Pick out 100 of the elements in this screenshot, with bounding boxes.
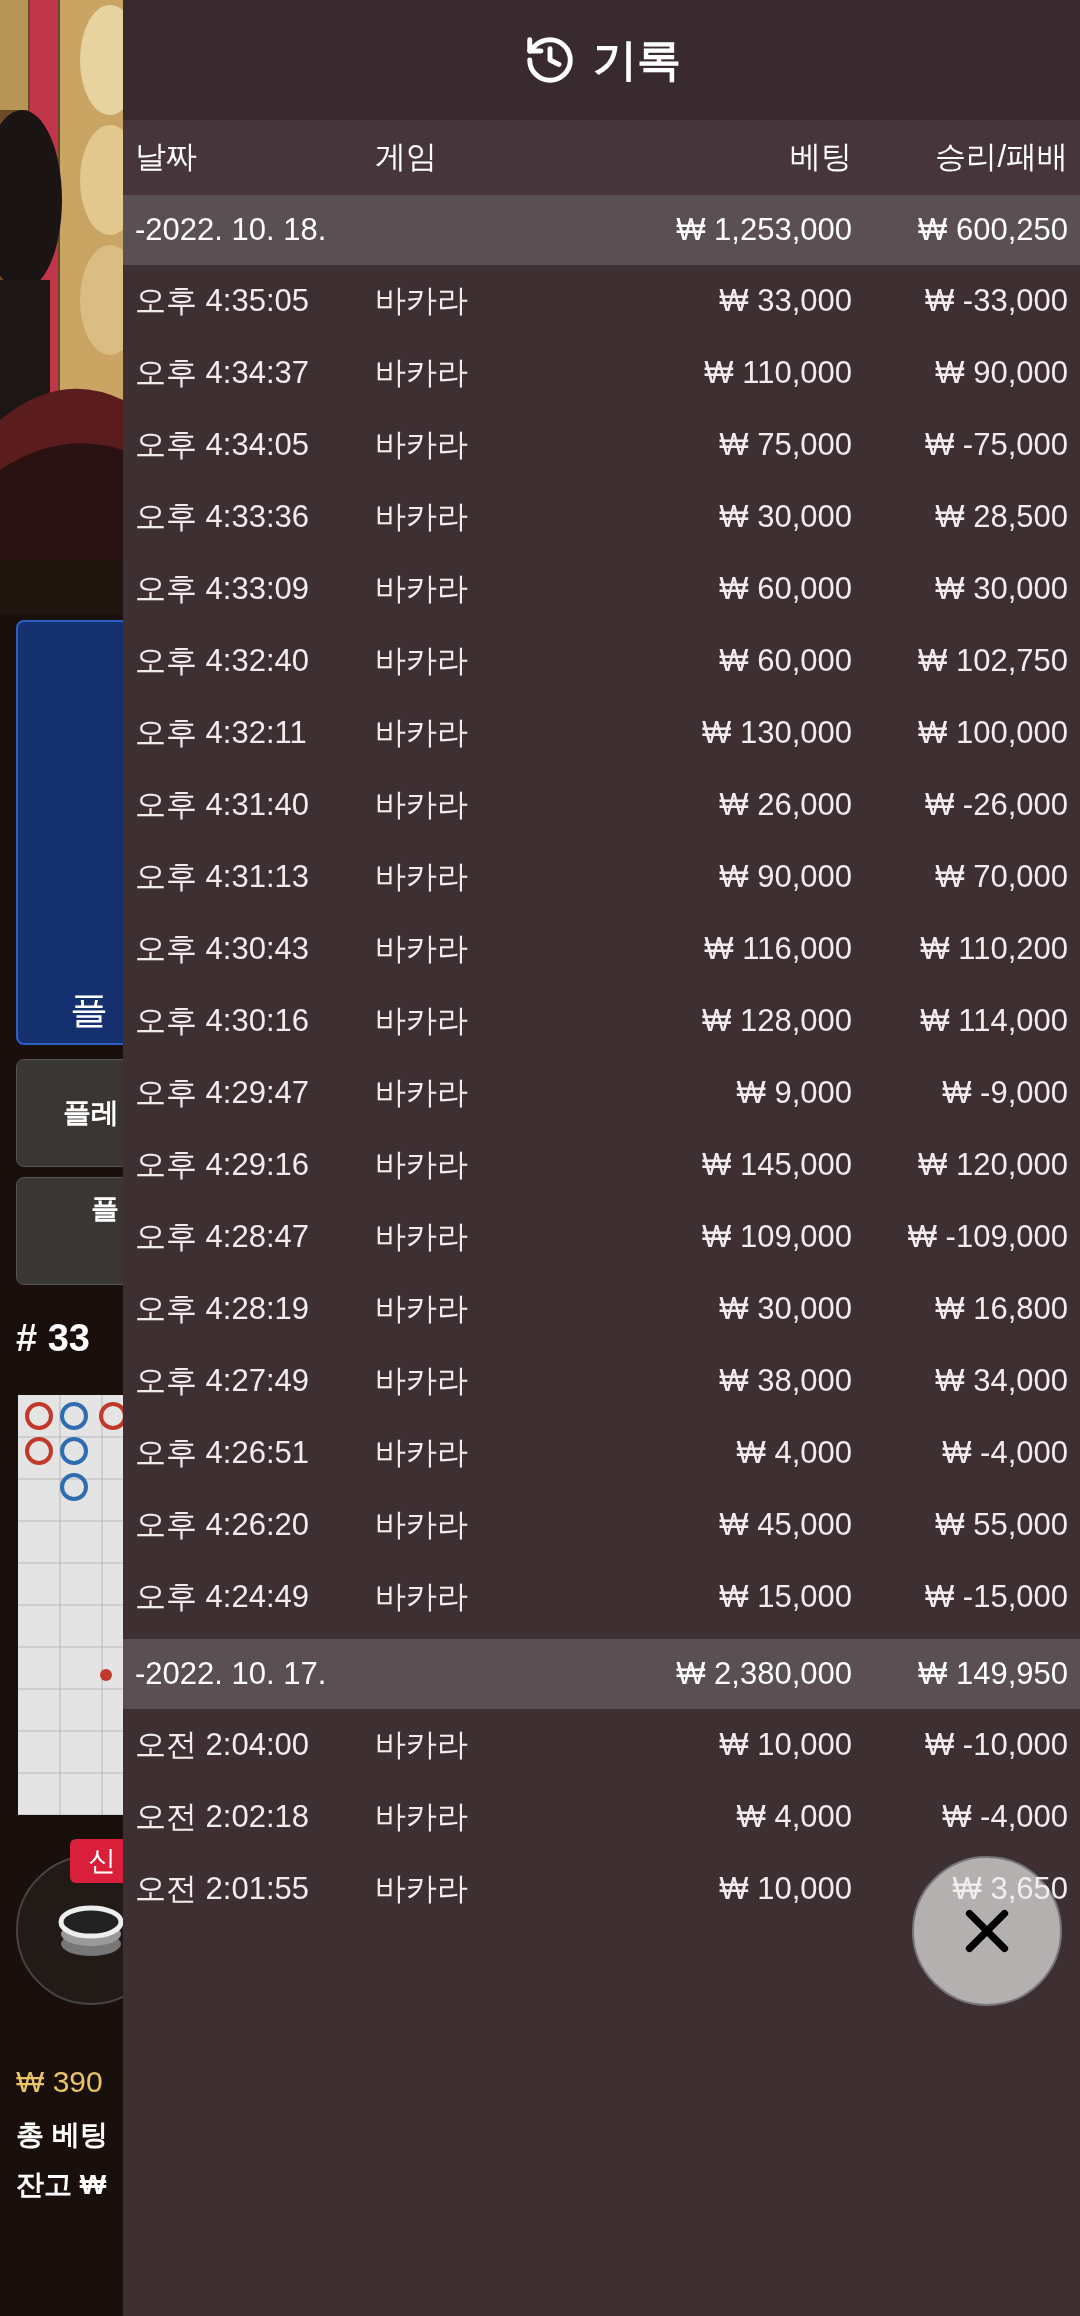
bet-button[interactable]: 플레 [16,1059,123,1167]
result-cell-text: ₩ 120,000 [917,1145,1068,1184]
result-cell-text: ₩ 70,000 [934,857,1068,896]
result-cell-text: ₩ 55,000 [934,1505,1068,1544]
bet-cell-text: ₩ 4,000 [735,1797,852,1836]
game-cell-text: 바카라 [375,1433,469,1472]
game-cell-text: 바카라 [375,353,469,392]
bet-cell-text: ₩ 33,000 [718,281,852,320]
balance-amount: ₩ 390 [16,2067,104,2097]
column-header: 게임 [375,138,438,177]
result-cell-text: ₩ 114,000 [919,1001,1068,1040]
column-header: 날짜 [135,138,198,177]
bet-button[interactable]: 플 [16,1177,123,1285]
bet-cell-text: ₩ 75,000 [718,425,852,464]
bet-cell-text: ₩ 38,000 [718,1361,852,1400]
bet-cell-text: ₩ 4,000 [735,1433,852,1472]
bet-cell-text: ₩ 26,000 [718,785,852,824]
time-cell-text: 오후 4:27:49 [135,1361,311,1400]
game-cell-text: 바카라 [375,1073,469,1112]
bet-cell-text: ₩ 30,000 [718,497,852,536]
time-cell-text: 오전 2:04:00 [135,1725,311,1764]
bet-total-cell-text: ₩ 1,253,000 [675,210,852,249]
win-total-cell-text: ₩ 600,250 [917,210,1068,249]
result-cell-text: ₩ -75,000 [924,425,1068,464]
game-cell-text: 바카라 [375,1869,469,1908]
result-cell-text: ₩ -10,000 [924,1725,1068,1764]
win-total-cell-text: ₩ 149,950 [917,1654,1068,1693]
time-cell-text: 오후 4:28:19 [135,1289,311,1328]
bet-cell-text: ₩ 10,000 [718,1869,852,1908]
bet-cell-text: ₩ 9,000 [735,1073,852,1112]
time-cell-text: 오전 2:01:55 [135,1869,311,1908]
time-cell-text: 오후 4:34:05 [135,425,311,464]
bet-cell-text: ₩ 109,000 [701,1217,852,1256]
bet-cell-text: ₩ 15,000 [718,1577,852,1616]
player-panel[interactable]: 플 [16,620,123,1045]
time-cell-text: 오후 4:35:05 [135,281,311,320]
bet-cell-text: ₩ 10,000 [718,1725,852,1764]
game-cell-text: 바카라 [375,641,469,680]
bet-cell-text: ₩ 145,000 [701,1145,852,1184]
game-cell-text: 바카라 [375,929,469,968]
result-cell-text: ₩ -4,000 [941,1433,1068,1472]
game-cell-text: 바카라 [375,857,469,896]
game-cell-text: 바카라 [375,1577,469,1616]
game-cell-text: 바카라 [375,425,469,464]
result-cell-text: ₩ -26,000 [924,785,1068,824]
result-cell-text: ₩ 110,200 [919,929,1068,968]
game-cell-text: 바카라 [375,1505,469,1544]
total-bet-label: 총 베팅 [16,2121,109,2149]
time-cell-text: 오후 4:30:43 [135,929,311,968]
result-cell-text: ₩ -9,000 [941,1073,1068,1112]
date-cell-text: -2022. 10. 18. [135,210,328,249]
result-cell-text: ₩ -109,000 [906,1217,1068,1256]
time-cell-text: 오후 4:33:36 [135,497,311,536]
bet-cell-text: ₩ 116,000 [703,929,852,968]
time-cell-text: 오후 4:26:20 [135,1505,311,1544]
time-cell-text: 오후 4:28:47 [135,1217,311,1256]
game-cell-text: 바카라 [375,1361,469,1400]
result-cell-text: ₩ -15,000 [924,1577,1068,1616]
time-cell-text: 오후 4:32:40 [135,641,311,680]
game-cell-text: 바카라 [375,1797,469,1836]
game-cell-text: 바카라 [375,1001,469,1040]
panel-title: 기록 [592,34,681,86]
bet-cell-text: ₩ 90,000 [718,857,852,896]
time-cell-text: 오후 4:33:09 [135,569,311,608]
bet-cell-text: ₩ 60,000 [718,641,852,680]
game-cell-text: 바카라 [375,1289,469,1328]
result-cell-text: ₩ 34,000 [934,1361,1068,1400]
game-cell-text: 바카라 [375,1145,469,1184]
game-cell-text: 바카라 [375,1217,469,1256]
result-cell-text: ₩ 30,000 [934,569,1068,608]
game-cell-text: 바카라 [375,713,469,752]
time-cell-text: 오후 4:30:16 [135,1001,311,1040]
result-cell-text: ₩ 102,750 [917,641,1068,680]
time-cell-text: 오후 4:31:13 [135,857,311,896]
column-header: 승리/패배 [934,138,1068,177]
time-cell-text: 오전 2:02:18 [135,1797,311,1836]
time-cell-text: 오후 4:24:49 [135,1577,311,1616]
wallet-label: 잔고 ₩ [16,2171,108,2199]
column-header: 베팅 [789,138,852,177]
round-number: # 33 [16,1319,91,1357]
result-cell-text: ₩ 16,800 [934,1289,1068,1328]
game-cell-text: 바카라 [375,497,469,536]
bet-cell-text: ₩ 110,000 [703,353,852,392]
game-cell-text: 바카라 [375,785,469,824]
bet-total-cell-text: ₩ 2,380,000 [675,1654,852,1693]
time-cell-text: 오후 4:29:47 [135,1073,311,1112]
result-cell-text: ₩ 28,500 [934,497,1068,536]
time-cell-text: 오후 4:31:40 [135,785,311,824]
bet-cell-text: ₩ 128,000 [701,1001,852,1040]
bet-cell-text: ₩ 45,000 [718,1505,852,1544]
time-cell-text: 오후 4:34:37 [135,353,311,392]
result-cell-text: ₩ -33,000 [924,281,1068,320]
result-cell-text: ₩ -4,000 [941,1797,1068,1836]
bet-cell-text: ₩ 30,000 [718,1289,852,1328]
result-cell-text: ₩ 90,000 [934,353,1068,392]
result-cell-text: ₩ 100,000 [917,713,1068,752]
game-cell-text: 바카라 [375,1725,469,1764]
time-cell-text: 오후 4:29:16 [135,1145,311,1184]
time-cell-text: 오후 4:32:11 [135,713,308,752]
game-cell-text: 바카라 [375,569,469,608]
